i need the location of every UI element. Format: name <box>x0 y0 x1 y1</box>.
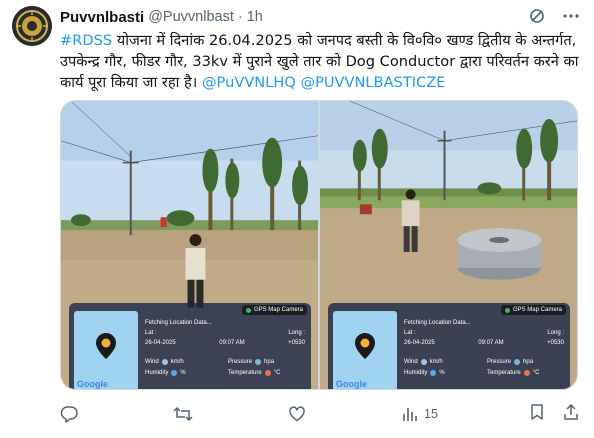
gps-date: 26-04-2025 <box>404 340 435 346</box>
long-label: Long : <box>547 330 564 336</box>
humidity-label: Humidity <box>145 370 169 376</box>
temperature-unit: °C <box>532 370 540 376</box>
fetching-text: Fetching Location Data... <box>404 320 471 326</box>
hashtag-link[interactable]: #RDSS <box>60 32 112 49</box>
lat-label: Lat : <box>145 330 157 336</box>
timestamp[interactable]: 1h <box>247 9 263 25</box>
action-bar: 15 <box>60 402 580 426</box>
map-pin-icon <box>355 333 375 359</box>
mention-link[interactable]: @PUVVNLBASTICZE <box>300 74 445 91</box>
photo-1[interactable]: Google Fetching Location Data... Lat : Lo… <box>61 101 318 389</box>
tweet: Puvvnlbasti @Puvvnlbast · 1h #RDSS योजना… <box>0 0 594 438</box>
humidity-unit: % <box>439 370 445 376</box>
pressure-unit: hpa <box>523 359 534 365</box>
long-label: Long : <box>288 330 305 336</box>
wind-icon <box>420 359 427 365</box>
grok-icon[interactable] <box>528 7 546 30</box>
camera-icon <box>245 307 251 313</box>
thermometer-icon <box>264 370 271 376</box>
pressure-icon <box>255 359 262 365</box>
views-button[interactable]: 15 <box>401 405 438 423</box>
photo-2[interactable]: Google Fetching Location Data... Lat : Lo… <box>320 101 577 389</box>
repost-button[interactable] <box>173 405 198 423</box>
gps-time: 09:07 AM <box>478 340 504 346</box>
gps-date: 26-04-2025 <box>145 340 176 346</box>
temperature-label: Temperature <box>228 370 262 376</box>
reply-button[interactable] <box>60 405 83 423</box>
humidity-label: Humidity <box>404 370 428 376</box>
humidity-icon <box>171 370 178 376</box>
map-pin-icon <box>96 333 116 359</box>
gps-time: 09:07 AM <box>219 340 245 346</box>
org-emblem-icon <box>12 6 52 46</box>
temperature-unit: °C <box>273 370 281 376</box>
pressure-icon <box>514 359 521 365</box>
media-grid: Google Fetching Location Data... Lat : Lo… <box>60 100 578 390</box>
handle[interactable]: @Puvvnlbast <box>148 9 234 25</box>
temperature-label: Temperature <box>487 370 521 376</box>
gps-camera-title: GPS Map Camera <box>512 307 562 313</box>
right-actions <box>528 403 580 426</box>
wind-label: Wind <box>145 359 159 365</box>
gps-map-thumbnail: Google <box>333 311 397 389</box>
gps-weather: Wind km/h Pressure hpa Humidity% Temperatu… <box>145 359 307 376</box>
gps-fields: Fetching Location Data... Lat : Long : 26… <box>404 319 564 348</box>
display-name[interactable]: Puvvnlbasti <box>60 9 144 26</box>
gps-overlay: Google Fetching Location Data... Lat : Lo… <box>69 303 311 389</box>
tweet-text: #RDSS योजना में दिनांक 26.04.2025 को जनप… <box>60 30 580 93</box>
camera-icon <box>504 307 510 313</box>
bookmark-icon <box>531 403 543 420</box>
heart-icon <box>289 406 305 422</box>
reply-icon <box>60 406 78 423</box>
bookmark-button[interactable] <box>528 403 546 426</box>
wind-label: Wind <box>404 359 418 365</box>
mention-link[interactable]: @PuVVNLHQ <box>202 74 296 91</box>
humidity-unit: % <box>180 370 186 376</box>
share-icon <box>564 403 578 420</box>
wind-unit: km/h <box>170 359 184 365</box>
thermometer-icon <box>523 370 530 376</box>
humidity-icon <box>430 370 437 376</box>
avatar[interactable] <box>12 6 52 46</box>
tweet-header: Puvvnlbasti @Puvvnlbast · 1h <box>60 8 263 26</box>
pressure-label: Pressure <box>228 359 253 365</box>
repost-icon <box>173 406 193 422</box>
views-count: 15 <box>424 407 438 421</box>
views-chart-icon <box>403 408 417 421</box>
gps-map-thumbnail: Google <box>74 311 138 389</box>
lat-label: Lat : <box>404 330 416 336</box>
gps-weather: Wind km/h Pressure hpa Humidity% Temperatu… <box>404 359 566 376</box>
like-button[interactable] <box>288 405 311 423</box>
google-logo: Google <box>77 379 108 389</box>
fetching-text: Fetching Location Data... <box>145 320 212 326</box>
gps-overlay: Google Fetching Location Data... Lat : Lo… <box>328 303 570 389</box>
wind-icon <box>161 359 168 365</box>
gps-timezone: +0530 <box>288 340 305 346</box>
more-options-icon[interactable] <box>562 7 580 30</box>
gps-camera-title: GPS Map Camera <box>253 307 303 313</box>
gps-timezone: +0530 <box>547 340 564 346</box>
gps-fields: Fetching Location Data... Lat : Long : 26… <box>145 319 305 348</box>
share-button[interactable] <box>562 403 580 426</box>
separator-dot: · <box>237 9 243 25</box>
gps-camera-tag: GPS Map Camera <box>500 305 566 315</box>
tweet-top-icons <box>528 7 580 30</box>
pressure-unit: hpa <box>264 359 275 365</box>
gps-camera-tag: GPS Map Camera <box>241 305 307 315</box>
google-logo: Google <box>336 379 367 389</box>
wind-unit: km/h <box>429 359 443 365</box>
pressure-label: Pressure <box>487 359 512 365</box>
